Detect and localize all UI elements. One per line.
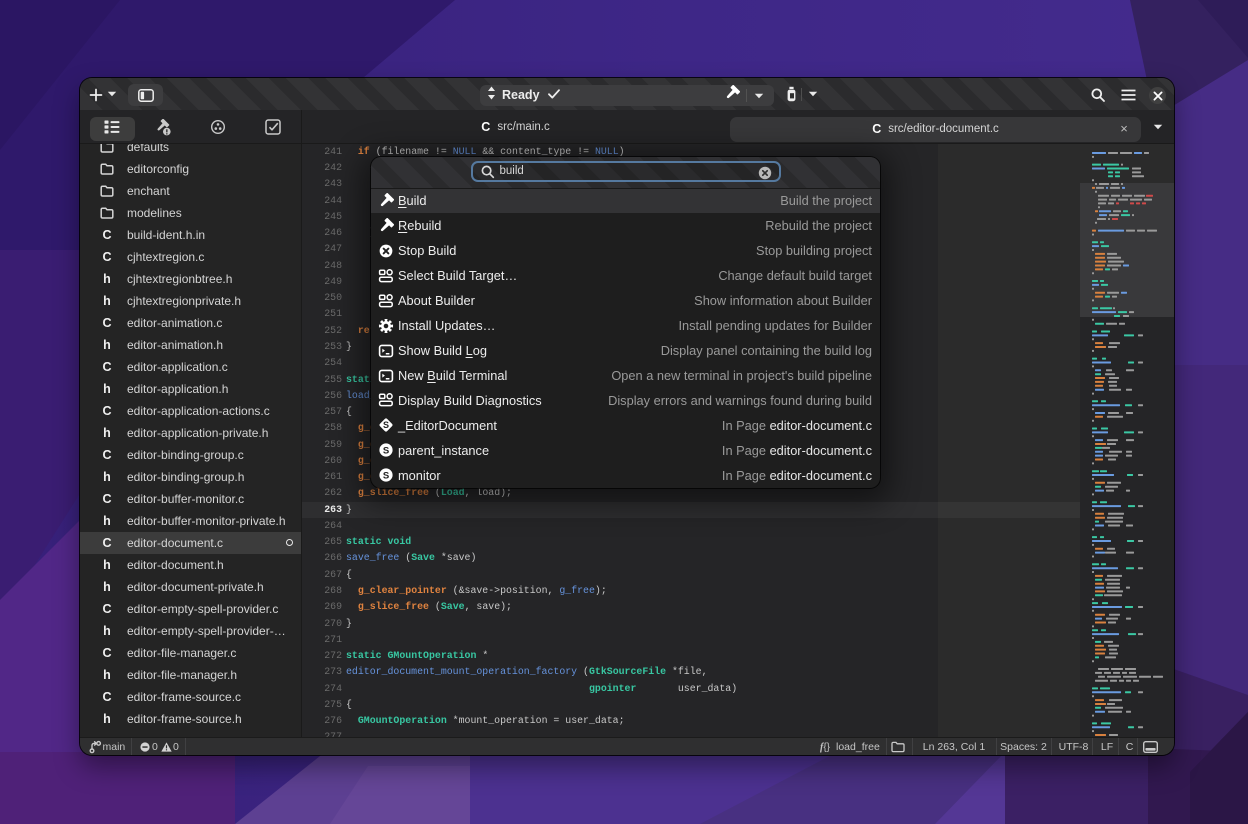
svg-text:S: S <box>382 421 388 431</box>
svg-text:S: S <box>382 471 388 482</box>
svg-text:S: S <box>382 446 388 457</box>
